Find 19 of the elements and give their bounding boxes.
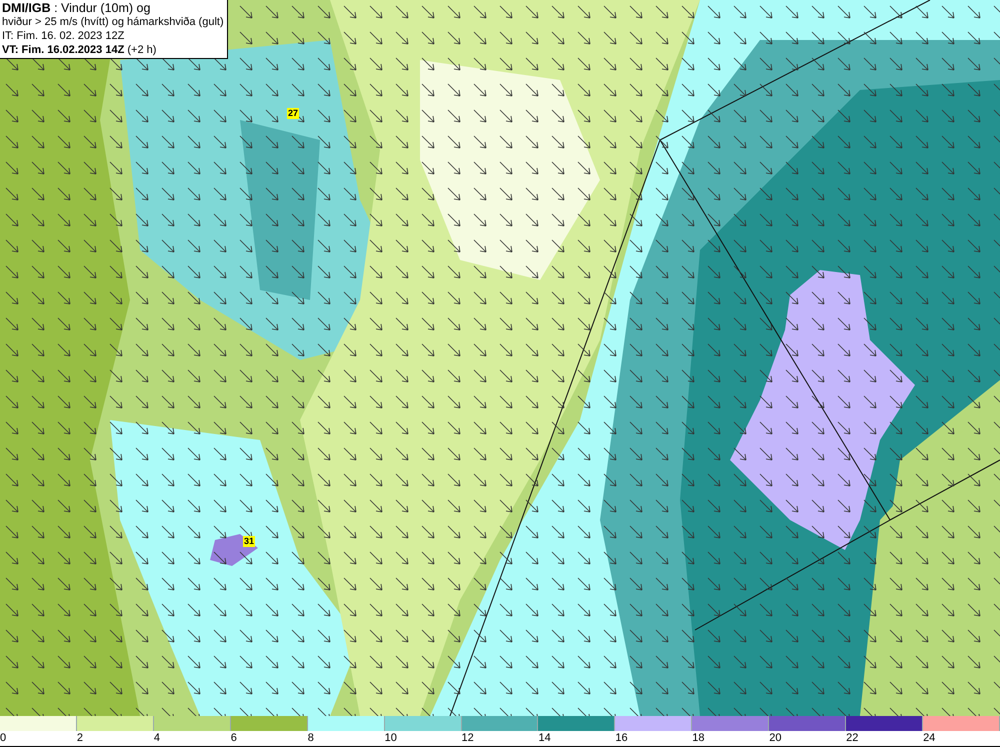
tick-label: 16 bbox=[615, 732, 628, 744]
tick-label: 2 bbox=[76, 732, 84, 744]
tick-label: 4 bbox=[154, 732, 160, 744]
gust-label: 31 bbox=[243, 536, 256, 547]
tick-label: 10 bbox=[384, 732, 397, 744]
tick-label: 14 bbox=[538, 732, 551, 744]
tick-label: 24 bbox=[923, 732, 936, 744]
tick-label: 18 bbox=[692, 732, 705, 744]
tick-label: 20 bbox=[769, 732, 782, 744]
header-text: hviður > 25 m/s (hvítt) og hámarkshviða (gult) bbox=[2, 15, 224, 29]
tick-label: 8 bbox=[308, 732, 314, 744]
tick-label: 6 bbox=[230, 732, 237, 744]
header-text: IT: Fim. 16. 02. 2023 12Z bbox=[2, 29, 126, 43]
header-text: DMI/IGB : Vindur (10m) og bbox=[2, 1, 152, 15]
tick-label: 0 bbox=[0, 732, 6, 744]
header-text: VT: Fim. 16.02.2023 14Z (+2 h) bbox=[2, 43, 158, 57]
tick-label: 12 bbox=[462, 732, 474, 744]
gust-label: 27 bbox=[287, 108, 300, 119]
tick-label: 22 bbox=[846, 732, 858, 744]
